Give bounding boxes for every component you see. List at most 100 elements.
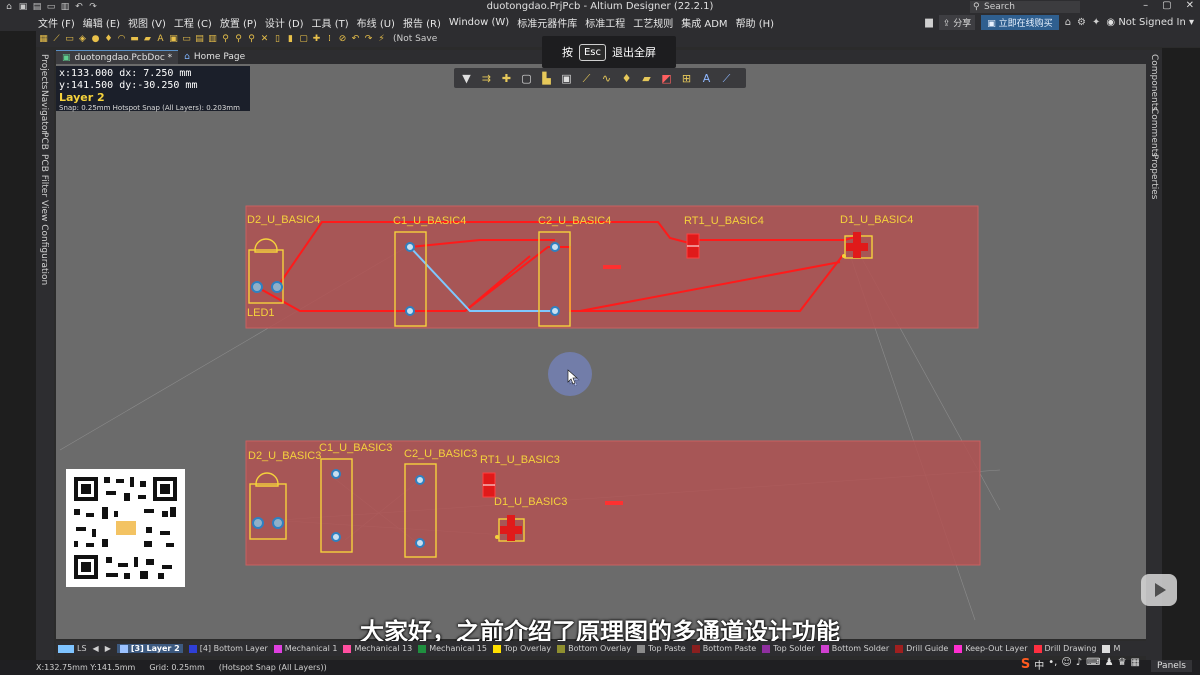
layer-tab-bottom-solder[interactable]: Bottom Solder [820, 644, 889, 653]
align-tool-icon[interactable]: ▙ [540, 72, 553, 85]
pcb-canvas[interactable]: D2_U_BASIC4 C1_U_BASIC4 C2_U_BASIC4 RT1_… [56, 64, 1146, 639]
menu-tools[interactable]: 工具 (T) [312, 15, 349, 30]
layer-tab-bottom-paste[interactable]: Bottom Paste [691, 644, 756, 653]
probe-icon[interactable]: ♦ [103, 34, 114, 45]
notifications-icon[interactable]: ✦ [1092, 17, 1100, 28]
layer-tab-top-overlay[interactable]: Top Overlay [492, 644, 551, 653]
crosshair-icon[interactable]: ✚ [500, 72, 513, 85]
share-button[interactable]: ⇪ 分享 [938, 15, 976, 30]
ime-skin-icon[interactable]: ♛ [1118, 657, 1127, 672]
layer-tab-top-solder[interactable]: Top Solder [762, 644, 815, 653]
menu-std-project[interactable]: 标准工程 [585, 15, 625, 30]
zoom-icon[interactable]: ⚲ [220, 34, 231, 45]
arc-icon[interactable]: ◠ [116, 34, 127, 45]
panels-button[interactable]: Panels [1151, 660, 1192, 672]
layer-tab-mech13[interactable]: Mechanical 13 [343, 644, 412, 653]
minimize-button[interactable]: – [1143, 0, 1148, 11]
menu-view[interactable]: 视图 (V) [128, 15, 166, 30]
polygon-icon[interactable]: ▣ [168, 34, 179, 45]
menu-process-rules[interactable]: 工艺规则 [633, 15, 673, 30]
menu-window[interactable]: Window (W) [449, 17, 509, 28]
open-project-icon[interactable]: ▥ [60, 2, 70, 12]
folder-icon[interactable]: ▭ [181, 34, 192, 45]
gear-icon[interactable]: ⚙ [1077, 17, 1086, 28]
place-component-icon[interactable]: ▣ [560, 72, 573, 85]
maximize-button[interactable]: ▢ [1162, 0, 1171, 11]
layer-scroll-left[interactable]: ◀ [93, 644, 99, 653]
polygon-pour-icon[interactable]: ▰ [640, 72, 653, 85]
layer-ls[interactable]: LS [58, 644, 87, 653]
menu-project[interactable]: 工程 (C) [174, 15, 212, 30]
keepout-icon[interactable]: ◩ [660, 72, 673, 85]
layer-tab-mech1[interactable]: Mechanical 1 [273, 644, 337, 653]
panel-pcb-filter[interactable]: PCB Filter [39, 154, 49, 197]
region-icon[interactable]: ▰ [142, 34, 153, 45]
wand-icon[interactable]: ⚡ [376, 34, 387, 45]
zoom-fit-icon[interactable]: ⚲ [233, 34, 244, 45]
panel-pcb[interactable]: PCB [39, 132, 49, 150]
copy-icon[interactable]: ▯ [272, 34, 283, 45]
line-icon[interactable]: ⟋ [720, 72, 733, 85]
via-icon[interactable]: ● [90, 34, 101, 45]
select-rect-icon[interactable]: ▢ [520, 72, 533, 85]
layer-tab-bottom[interactable]: [4] Bottom Layer [188, 644, 268, 653]
zoom-area-icon[interactable]: ⚲ [246, 34, 257, 45]
filter-icon[interactable]: ▼ [460, 72, 473, 85]
move-icon[interactable]: ✚ [311, 34, 322, 45]
layer-tab-mech15[interactable]: Mechanical 15 [418, 644, 487, 653]
ime-punct-icon[interactable]: •, [1048, 657, 1057, 672]
menu-help[interactable]: 帮助 (H) [736, 15, 775, 30]
redo-toolbar-icon[interactable]: ↷ [363, 34, 374, 45]
length-tune-icon[interactable]: ∿ [600, 72, 613, 85]
panel-properties[interactable]: Properties [1149, 154, 1159, 199]
menu-design[interactable]: 设计 (D) [265, 15, 304, 30]
home-icon[interactable]: ⌂ [1065, 17, 1071, 28]
fill-icon[interactable]: ▬ [129, 34, 140, 45]
layer-tab-m[interactable]: M [1102, 644, 1120, 653]
menu-route[interactable]: 布线 (U) [357, 15, 395, 30]
paste-icon[interactable]: ▮ [285, 34, 296, 45]
layer-tab-drill-drawing[interactable]: Drill Drawing [1033, 644, 1096, 653]
ime-grid-icon[interactable]: ▦ [1131, 657, 1140, 672]
component-icon[interactable]: ▭ [64, 34, 75, 45]
buy-online-button[interactable]: ▣ 立即在线购买 [981, 15, 1059, 30]
menu-place[interactable]: 放置 (P) [220, 15, 257, 30]
menu-file[interactable]: 文件 (F) [38, 15, 75, 30]
pad-icon[interactable]: ◈ [77, 34, 88, 45]
save-all-icon[interactable]: ▤ [32, 2, 42, 12]
undo-toolbar-icon[interactable]: ↶ [350, 34, 361, 45]
save-toolbar-icon[interactable]: ▤ [194, 34, 205, 45]
interactive-route-icon[interactable]: ⇉ [480, 72, 493, 85]
dimension-icon[interactable]: ⊞ [680, 72, 693, 85]
layer-tab-keepout[interactable]: Keep-Out Layer [954, 644, 1028, 653]
select-icon[interactable]: ▢ [298, 34, 309, 45]
feedback-icon[interactable]: ▆ [925, 17, 933, 28]
cut-icon[interactable]: ✕ [259, 34, 270, 45]
ime-emoji-icon[interactable]: ☺ [1061, 657, 1071, 672]
tab-pcbdoc[interactable]: ▣ duotongdao.PcbDoc * [56, 50, 179, 64]
ime-mic-icon[interactable]: ♪ [1076, 657, 1082, 672]
tab-home-page[interactable]: ⌂ Home Page [178, 50, 251, 64]
redo-icon[interactable]: ↷ [88, 2, 98, 12]
print-icon[interactable]: ▥ [207, 34, 218, 45]
panel-view-configuration[interactable]: View Configuration [39, 200, 49, 285]
diff-pair-icon[interactable]: ⟋ [580, 72, 593, 85]
layer-tab-top-paste[interactable]: Top Paste [637, 644, 686, 653]
deselect-icon[interactable]: ⊘ [337, 34, 348, 45]
save-icon[interactable]: ▣ [18, 2, 28, 12]
panel-projects[interactable]: Projects [39, 54, 49, 89]
video-play-icon[interactable] [1141, 574, 1177, 606]
undo-icon[interactable]: ↶ [74, 2, 84, 12]
route-icon[interactable]: ⟋ [51, 34, 62, 45]
ime-keyboard-icon[interactable]: ⌨ [1086, 657, 1100, 672]
menu-edit[interactable]: 编辑 (E) [83, 15, 120, 30]
esc-key[interactable]: Esc [578, 43, 607, 61]
string-icon[interactable]: A [700, 72, 713, 85]
panel-comments[interactable]: Comments [1149, 108, 1159, 157]
ime-user-icon[interactable]: ♟ [1105, 657, 1114, 672]
search-box[interactable]: ⚲ Search [970, 1, 1080, 13]
layer-scroll-right[interactable]: ▶ [105, 644, 111, 653]
layer-tab-bottom-overlay[interactable]: Bottom Overlay [557, 644, 631, 653]
text-icon[interactable]: A [155, 34, 166, 45]
panel-components[interactable]: Components [1149, 54, 1159, 111]
